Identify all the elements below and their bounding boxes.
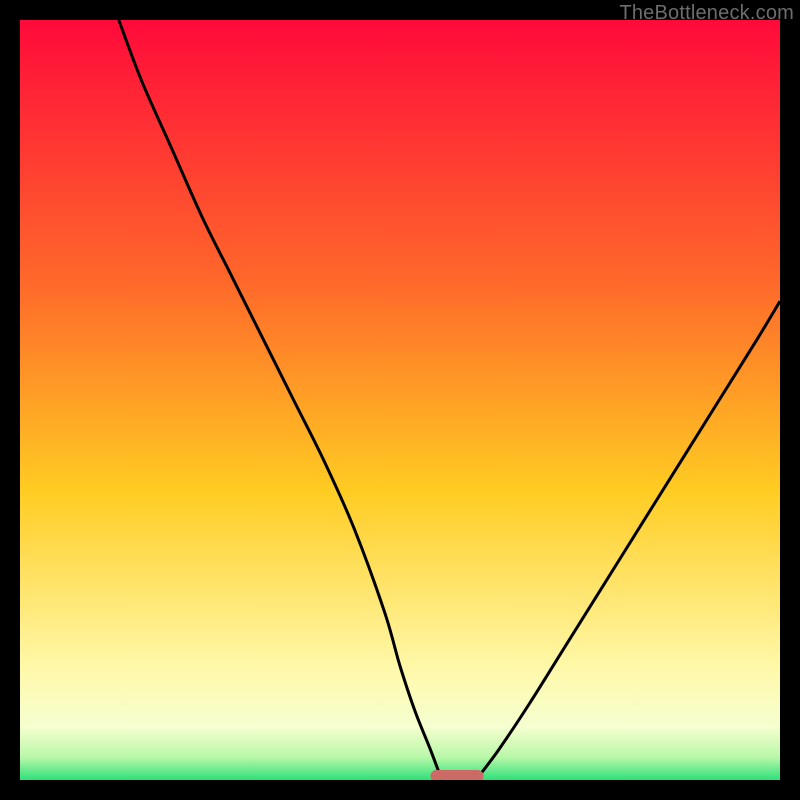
optimal-zone-marker (430, 770, 483, 780)
bottleneck-chart (20, 20, 780, 780)
attribution-label: TheBottleneck.com (619, 2, 794, 25)
chart-frame: TheBottleneck.com (0, 0, 800, 800)
